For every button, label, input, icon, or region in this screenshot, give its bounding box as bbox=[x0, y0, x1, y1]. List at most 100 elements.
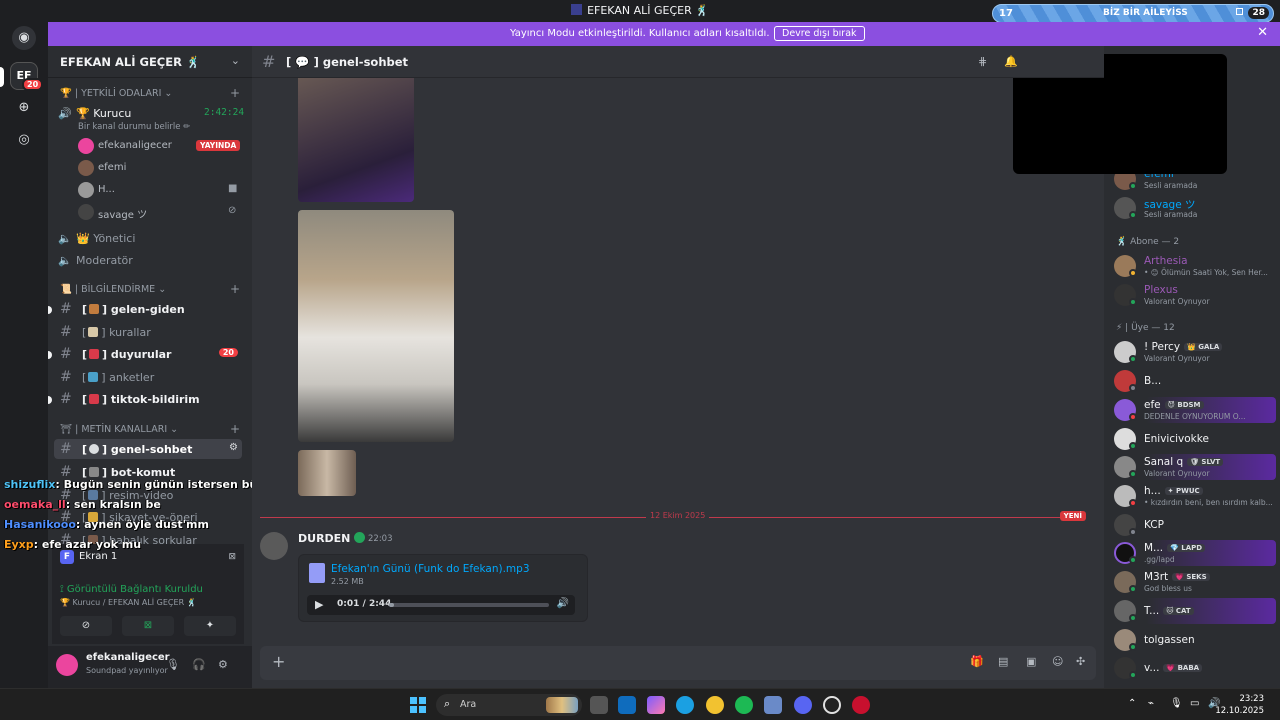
member-item[interactable]: v... 💗 BABA bbox=[1114, 655, 1276, 681]
server-header[interactable]: EFEKAN ALİ GEÇER 🕺 ⌄ bbox=[48, 46, 252, 78]
chevron-down-icon[interactable]: ⌄ bbox=[231, 54, 240, 67]
camera-toggle-button[interactable]: ⊘ bbox=[60, 616, 112, 636]
category-text[interactable]: ⛩ | METİN KANALLARI ⌄ + bbox=[60, 422, 240, 436]
voice-channel-moderator[interactable]: 🔈 Moderatör bbox=[58, 254, 133, 267]
add-channel-icon[interactable]: + bbox=[230, 422, 240, 436]
member-item[interactable]: ! Percy 👑 GALA Valorant Oynuyor bbox=[1114, 339, 1276, 365]
overlay-chat-line: Eyxp: efe azar yok mu bbox=[4, 538, 141, 551]
member-item[interactable]: efe 😈 BDSM DEDENLE OYNUYORUM O... bbox=[1114, 397, 1276, 423]
category-admin[interactable]: 🏆 | YETKİLİ ODALARI ⌄ + bbox=[60, 86, 240, 100]
windows-start-icon[interactable] bbox=[410, 697, 426, 713]
copilot-icon[interactable] bbox=[647, 696, 665, 714]
settings-app-icon[interactable] bbox=[764, 696, 782, 714]
channel-duyurular[interactable]: #[] duyurular 20 bbox=[48, 344, 242, 364]
obs-icon[interactable] bbox=[823, 696, 841, 714]
image-attachment[interactable] bbox=[298, 70, 414, 202]
network-icon[interactable]: ⌁ bbox=[1148, 698, 1154, 709]
microphone-tray-icon[interactable]: 🎙 bbox=[1170, 698, 1183, 709]
channel-status-setter[interactable]: Bir kanal durumu belirle ✏ bbox=[78, 122, 190, 132]
attachment-filename-link[interactable]: Efekan'ın Günü (Funk do Efekan).mp3 bbox=[331, 563, 530, 575]
chat-user: Hasanikooo bbox=[4, 518, 76, 531]
channel-settings-icon[interactable]: ⚙ bbox=[229, 442, 238, 453]
member-item[interactable]: Plexus Valorant Oynuyor bbox=[1114, 282, 1276, 308]
audio-progress-bar[interactable] bbox=[389, 603, 549, 607]
chrome-icon[interactable] bbox=[706, 696, 724, 714]
channel-kurallar[interactable]: #[] kurallar bbox=[54, 322, 242, 342]
message-author[interactable]: DURDEN bbox=[298, 532, 366, 545]
speaker-icon: 🔊 bbox=[58, 107, 72, 120]
close-icon[interactable]: ✕ bbox=[1257, 25, 1268, 40]
server-rail: ◉ EF 20 ⊕ ◎ bbox=[0, 22, 48, 688]
outlook-icon[interactable] bbox=[618, 696, 636, 714]
avatar[interactable] bbox=[260, 532, 288, 560]
hash-icon: # bbox=[60, 391, 72, 407]
gif-icon[interactable]: ▤ bbox=[998, 655, 1008, 668]
category-label: | BİLGİLENDİRME ⌄ bbox=[74, 284, 167, 295]
notification-bell-icon[interactable]: 🔔 bbox=[1004, 55, 1018, 68]
guild-tag: 😈 BDSM bbox=[1164, 401, 1204, 409]
connection-status[interactable]: ⟟ Görüntülü Bağlantı Kuruldu bbox=[60, 584, 203, 595]
stop-stream-icon[interactable]: ⊠ bbox=[228, 552, 236, 562]
search-placeholder: Ara bbox=[460, 699, 477, 710]
avatar[interactable] bbox=[56, 654, 78, 676]
explore-icon[interactable]: ◎ bbox=[12, 128, 36, 152]
category-info[interactable]: 📜 | BİLGİLENDİRME ⌄ + bbox=[60, 282, 240, 296]
member-item[interactable]: Enivicivokke bbox=[1114, 426, 1276, 452]
media-player-icon[interactable] bbox=[852, 696, 870, 714]
add-attachment-icon[interactable]: + bbox=[272, 652, 285, 671]
volume-icon[interactable]: 🔊 bbox=[557, 598, 569, 609]
channel-anketler[interactable]: #[] anketler bbox=[54, 367, 242, 387]
member-name: Plexus bbox=[1144, 284, 1178, 296]
display-icon[interactable]: ▭ bbox=[1190, 698, 1199, 709]
maximize-icon[interactable] bbox=[1236, 8, 1243, 15]
member-item[interactable]: Sanal q 🛡 SLVT Valorant Oynuyor bbox=[1114, 454, 1276, 480]
clock-time: 23:23 bbox=[1239, 694, 1265, 704]
member-item[interactable]: h... ✦ PWUC • kızdırdın beni, ben ısırdım … bbox=[1114, 483, 1276, 509]
edge-icon[interactable] bbox=[676, 696, 694, 714]
headphones-icon[interactable]: 🎧 bbox=[192, 658, 206, 671]
microphone-icon[interactable]: 🎙 bbox=[166, 658, 180, 671]
activities-button[interactable]: ✦ bbox=[184, 616, 236, 636]
discord-home-icon[interactable]: ◉ bbox=[12, 26, 36, 50]
emoji-icon[interactable]: ☺ bbox=[1052, 655, 1063, 668]
chat-user: Eyxp bbox=[4, 538, 34, 551]
apps-icon[interactable]: ✣ bbox=[1076, 655, 1085, 668]
channel-genel-sohbet[interactable]: #[] genel-sohbet ⚙ bbox=[54, 439, 242, 459]
image-attachment[interactable] bbox=[298, 450, 356, 496]
play-icon[interactable]: ▶ bbox=[315, 598, 323, 611]
member-item[interactable]: Arthesia • 😊 Ölümün Saati Yok, Sen Her... bbox=[1114, 253, 1276, 279]
banner-text: BİZ BİR AİLEYİSS bbox=[1103, 8, 1188, 18]
member-item[interactable]: T... 🐱 CAT bbox=[1114, 598, 1276, 624]
channel-tiktok-bildirim[interactable]: #[] tiktok-bildirim bbox=[48, 389, 242, 409]
member-item[interactable]: KCP bbox=[1114, 512, 1276, 538]
voice-channel-yonetici[interactable]: 🔈 👑 Yönetici bbox=[58, 232, 135, 245]
user-settings-icon[interactable]: ⚙ bbox=[218, 658, 228, 671]
member-item[interactable]: B... bbox=[1114, 368, 1276, 394]
discord-icon[interactable] bbox=[794, 696, 812, 714]
system-clock[interactable]: 23:23 12.10.2025 bbox=[1215, 693, 1264, 717]
add-channel-icon[interactable]: + bbox=[230, 282, 240, 296]
disable-streamer-mode-button[interactable]: Devre dışı bırak bbox=[774, 26, 865, 41]
message-composer[interactable]: + 🎁 ▤ ▣ ☺ ✣ bbox=[260, 646, 1096, 680]
image-attachment[interactable] bbox=[298, 210, 454, 442]
member-item[interactable]: savage ツ Sesli aramada bbox=[1114, 195, 1276, 221]
voice-channel-kurucu[interactable]: 🔊 🏆 Kurucu 2:42:24 bbox=[58, 107, 244, 120]
channel-gelen-giden[interactable]: #[] gelen-giden bbox=[48, 299, 242, 319]
add-channel-icon[interactable]: + bbox=[230, 86, 240, 100]
member-item[interactable]: tolgassen bbox=[1114, 627, 1276, 653]
member-item[interactable]: M... 💎 LAPD .gg/lapd bbox=[1114, 540, 1276, 566]
taskbar-search[interactable]: ⌕ Ara bbox=[436, 694, 582, 716]
member-item[interactable]: M3rt 💗 SEKS God bless us bbox=[1114, 569, 1276, 595]
chevron-up-icon[interactable]: ⌃ bbox=[1128, 698, 1136, 709]
channel-emoji-icon bbox=[89, 394, 100, 404]
screen-share-button[interactable]: ⊠ bbox=[122, 616, 174, 636]
sticker-icon[interactable]: ▣ bbox=[1026, 655, 1036, 668]
spotify-icon[interactable] bbox=[735, 696, 753, 714]
file-explorer-icon[interactable] bbox=[590, 696, 608, 714]
add-server-icon[interactable]: ⊕ bbox=[12, 96, 36, 120]
gift-icon[interactable]: 🎁 bbox=[970, 655, 984, 668]
windows-taskbar: ⌕ Ara ⌃ ⌁ 🎙 ▭ 🔊 23:23 12.10.2025 bbox=[0, 688, 1280, 720]
status-dot bbox=[1129, 211, 1137, 219]
member-name: B... bbox=[1144, 375, 1162, 387]
threads-icon[interactable]: ⋕ bbox=[978, 55, 987, 68]
